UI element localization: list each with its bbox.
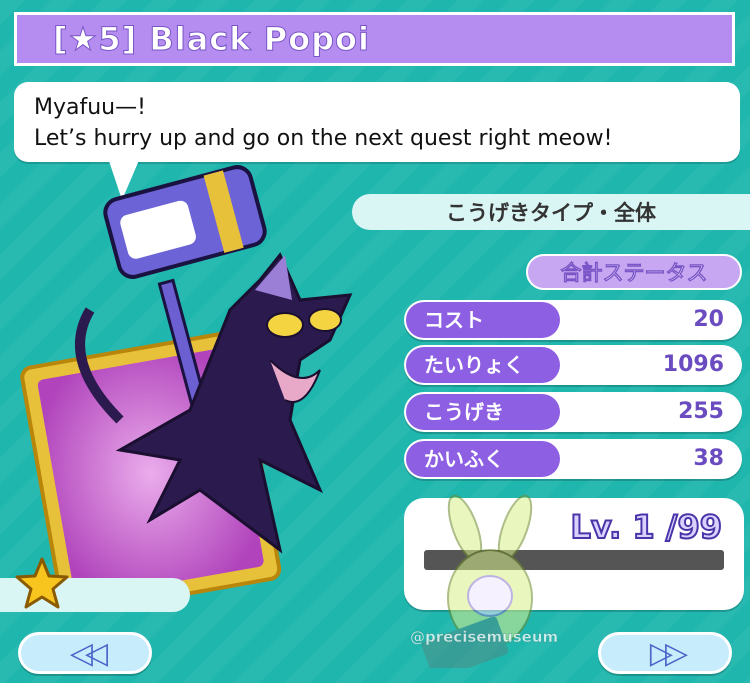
stat-row-hp: たいりょく 1096 <box>404 345 742 385</box>
stat-value: 38 <box>693 446 724 471</box>
character-art <box>20 165 353 610</box>
speech-bubble: Myafuu—! Let’s hurry up and go on the ne… <box>14 82 740 162</box>
stat-row-recovery: かいふく 38 <box>404 439 742 479</box>
level-text: Lv. 1 /99 <box>569 507 723 547</box>
stat-row-cost: コスト 20 <box>404 300 742 340</box>
double-left-arrow-icon: ◁◁ <box>69 635 108 671</box>
speech-line-2: Let’s hurry up and go on the next quest … <box>34 126 613 151</box>
stat-label: こうげき <box>406 394 560 430</box>
card-title: [★5] Black Popoi <box>53 20 370 59</box>
previous-button[interactable]: ◁◁ <box>18 632 152 674</box>
stat-row-attack: こうげき 255 <box>404 392 742 432</box>
star-icon <box>15 557 69 609</box>
stat-value: 1096 <box>662 352 724 377</box>
watermark-text: @precisemuseum <box>410 628 559 646</box>
title-bar: [★5] Black Popoi <box>14 12 735 66</box>
stat-label: たいりょく <box>406 347 560 383</box>
total-status-label: 合計ステータス <box>526 254 742 290</box>
stat-value: 255 <box>678 399 724 424</box>
attack-type-label: こうげきタイプ・全体 <box>352 194 750 230</box>
speech-line-1: Myafuu—! <box>34 95 146 120</box>
stat-value: 20 <box>693 307 724 332</box>
double-right-arrow-icon: ▷▷ <box>649 635 688 671</box>
next-button[interactable]: ▷▷ <box>598 632 732 674</box>
stat-label: かいふく <box>406 441 560 477</box>
stat-label: コスト <box>406 302 560 338</box>
